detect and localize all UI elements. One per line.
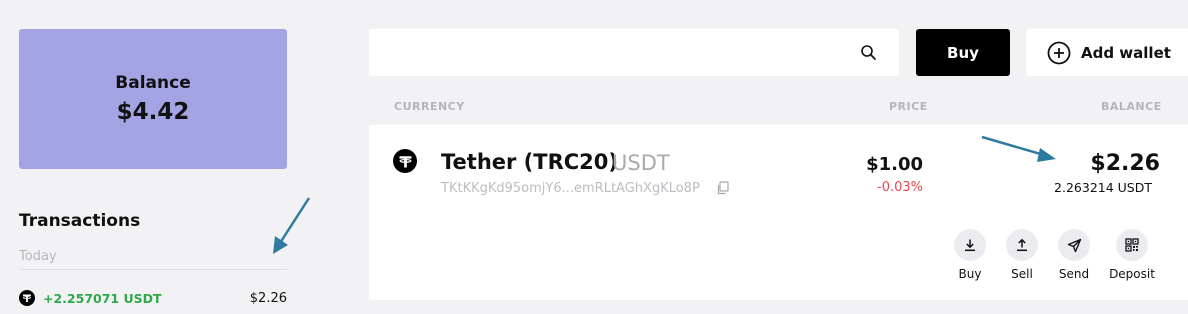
upload-icon <box>1006 229 1038 261</box>
buy-button[interactable]: Buy <box>916 29 1010 76</box>
add-wallet-button[interactable]: Add wallet <box>1026 29 1188 76</box>
divider <box>19 269 287 270</box>
action-buy-button[interactable]: Buy <box>940 229 1000 281</box>
action-deposit-button[interactable]: Deposit <box>1102 229 1162 281</box>
action-label: Buy <box>958 267 982 281</box>
send-icon <box>1058 229 1090 261</box>
balance-card: Balance $4.42 <box>19 29 287 169</box>
action-label: Sell <box>1011 267 1033 281</box>
search-input[interactable] <box>369 29 839 76</box>
wallet-address: TKtKKgKd95omjY6...emRLtAGhXgKLo8P <box>441 181 700 196</box>
column-header-currency: CURRENCY <box>394 100 465 113</box>
balance-value: $4.42 <box>116 99 190 125</box>
add-wallet-label: Add wallet <box>1081 43 1171 62</box>
qr-code-icon <box>1116 229 1148 261</box>
action-send-button[interactable]: Send <box>1044 229 1104 281</box>
balance-label: Balance <box>115 73 191 93</box>
transaction-usd-value: $2.26 <box>249 290 287 306</box>
price-value: $1.00 <box>866 154 923 175</box>
price-change: -0.03% <box>877 180 923 195</box>
transaction-row[interactable]: +2.257071 USDT $2.26 <box>19 289 287 307</box>
tether-icon <box>19 290 35 306</box>
copy-icon[interactable] <box>716 181 729 195</box>
wallet-name: Tether (TRC20) <box>441 150 619 174</box>
transactions-title: Transactions <box>19 211 141 231</box>
annotation-arrow <box>273 197 311 254</box>
column-header-balance: BALANCE <box>1101 100 1162 113</box>
wallet-card[interactable]: Tether (TRC20) USDT TKtKKgKd95omjY6...em… <box>369 125 1188 300</box>
wallet-ticker: USDT <box>612 151 670 175</box>
transactions-day-label: Today <box>19 249 57 264</box>
column-header-price: PRICE <box>889 100 928 113</box>
plus-circle-icon <box>1047 41 1071 64</box>
download-icon <box>954 229 986 261</box>
action-sell-button[interactable]: Sell <box>992 229 1052 281</box>
balance-usd: $2.26 <box>1090 151 1160 176</box>
transaction-amount: +2.257071 USDT <box>43 290 162 306</box>
action-label: Send <box>1058 267 1090 281</box>
balance-token: 2.263214 USDT <box>1054 180 1152 195</box>
search-icon[interactable] <box>860 44 877 61</box>
action-label: Deposit <box>1109 267 1155 281</box>
tether-icon <box>393 149 417 173</box>
search-box[interactable] <box>369 29 899 76</box>
